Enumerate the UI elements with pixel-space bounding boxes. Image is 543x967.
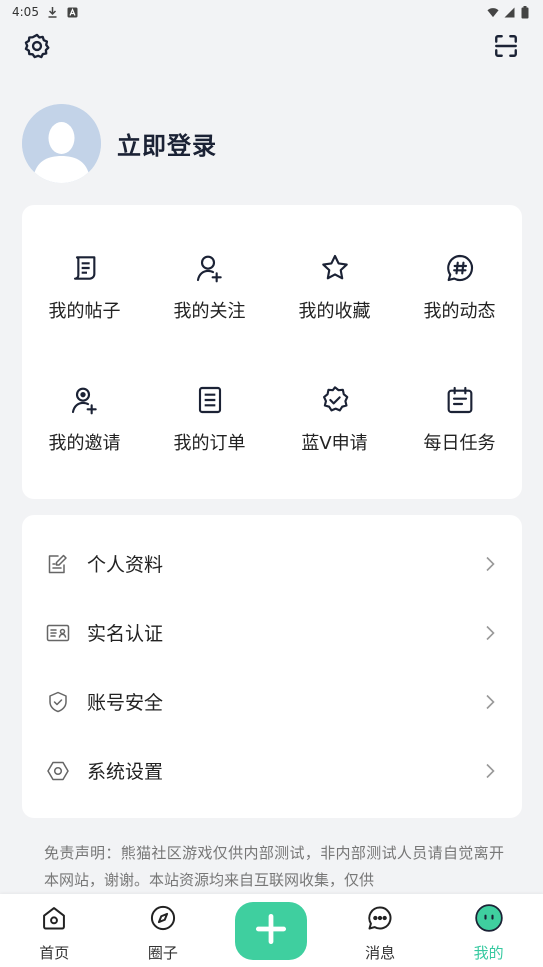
star-icon <box>318 251 352 285</box>
scan-button[interactable] <box>491 33 521 63</box>
scan-icon <box>493 33 519 63</box>
shield-check-icon <box>46 690 70 714</box>
tab-label: 我的 <box>473 944 504 962</box>
bottom-tab-bar: 首页 圈子 消息 我的 <box>0 894 543 967</box>
signal-icon <box>503 6 515 18</box>
feature-blue-v-apply[interactable]: 蓝V申请 <box>272 367 397 499</box>
chevron-right-icon <box>482 694 498 710</box>
tab-label: 消息 <box>365 944 396 962</box>
publish-button[interactable] <box>235 902 308 960</box>
settings-row-system[interactable]: 系统设置 <box>22 736 522 805</box>
compass-icon <box>149 904 177 932</box>
posts-icon <box>68 251 102 285</box>
plus-icon <box>252 910 290 952</box>
feature-my-activity[interactable]: 我的动态 <box>397 235 522 367</box>
feature-my-posts[interactable]: 我的帖子 <box>22 235 147 367</box>
feature-label: 每日任务 <box>423 433 496 454</box>
settings-row-profile[interactable]: 个人资料 <box>22 529 522 598</box>
hashtag-bubble-icon <box>443 251 477 285</box>
chevron-right-icon <box>482 763 498 779</box>
feature-label: 蓝V申请 <box>301 433 368 454</box>
status-left: 4:05 <box>12 5 79 19</box>
feature-my-follows[interactable]: 我的关注 <box>147 235 272 367</box>
order-icon <box>193 383 227 417</box>
chat-bubble-icon <box>366 904 394 932</box>
settings-button[interactable] <box>22 33 52 63</box>
settings-row-label: 系统设置 <box>87 761 164 783</box>
tab-mine[interactable]: 我的 <box>449 894 529 963</box>
chevron-right-icon <box>482 625 498 641</box>
tab-messages[interactable]: 消息 <box>340 894 420 963</box>
download-icon <box>47 6 59 18</box>
face-icon <box>474 904 503 932</box>
settings-row-account-security[interactable]: 账号安全 <box>22 667 522 736</box>
settings-row-label: 账号安全 <box>87 692 164 714</box>
feature-my-orders[interactable]: 我的订单 <box>147 367 272 499</box>
settings-row-label: 实名认证 <box>87 623 164 645</box>
feature-label: 我的订单 <box>173 433 246 454</box>
feature-label: 我的动态 <box>423 301 496 322</box>
tab-home[interactable]: 首页 <box>14 894 94 963</box>
profile-header[interactable]: 立即登录 <box>22 103 217 183</box>
feature-label: 我的帖子 <box>48 301 121 322</box>
tab-label: 圈子 <box>147 944 178 962</box>
feature-my-favorites[interactable]: 我的收藏 <box>272 235 397 367</box>
status-bar: 4:05 <box>0 0 543 24</box>
id-card-icon <box>46 621 70 645</box>
invite-user-icon <box>68 383 102 417</box>
feature-label: 我的邀请 <box>48 433 121 454</box>
feature-label: 我的关注 <box>173 301 246 322</box>
chevron-right-icon <box>482 556 498 572</box>
calendar-icon <box>443 383 477 417</box>
tab-publish[interactable] <box>231 894 311 960</box>
feature-my-invites[interactable]: 我的邀请 <box>22 367 147 499</box>
login-prompt[interactable]: 立即登录 <box>117 126 217 161</box>
settings-row-label: 个人资料 <box>87 554 164 576</box>
tab-label: 首页 <box>39 944 70 962</box>
feature-label: 我的收藏 <box>298 301 371 322</box>
feature-grid-card: 我的帖子 我的关注 我的收藏 我的动态 我的邀请 我的订单 蓝V申请 每日任务 <box>22 205 522 499</box>
battery-icon <box>519 5 531 18</box>
status-right <box>487 5 531 18</box>
wifi-icon <box>487 6 499 18</box>
follow-user-icon <box>193 251 227 285</box>
home-icon <box>40 904 68 932</box>
verified-badge-icon <box>318 383 352 417</box>
feature-daily-tasks[interactable]: 每日任务 <box>397 367 522 499</box>
a-badge-icon <box>67 6 79 18</box>
disclaimer-text: 免责声明：熊猫社区游戏仅供内部测试，非内部测试人员请自觉离开本网站，谢谢。本站资… <box>44 844 504 889</box>
top-bar <box>0 28 543 68</box>
default-avatar-icon[interactable] <box>22 103 101 183</box>
gear-icon <box>23 32 51 64</box>
hex-settings-icon <box>46 759 70 783</box>
tab-circle[interactable]: 圈子 <box>123 894 203 963</box>
status-time: 4:05 <box>12 5 39 19</box>
edit-doc-icon <box>46 552 70 576</box>
settings-list-card: 个人资料 实名认证 账号安全 系统设置 <box>22 515 522 818</box>
settings-row-real-name[interactable]: 实名认证 <box>22 598 522 667</box>
